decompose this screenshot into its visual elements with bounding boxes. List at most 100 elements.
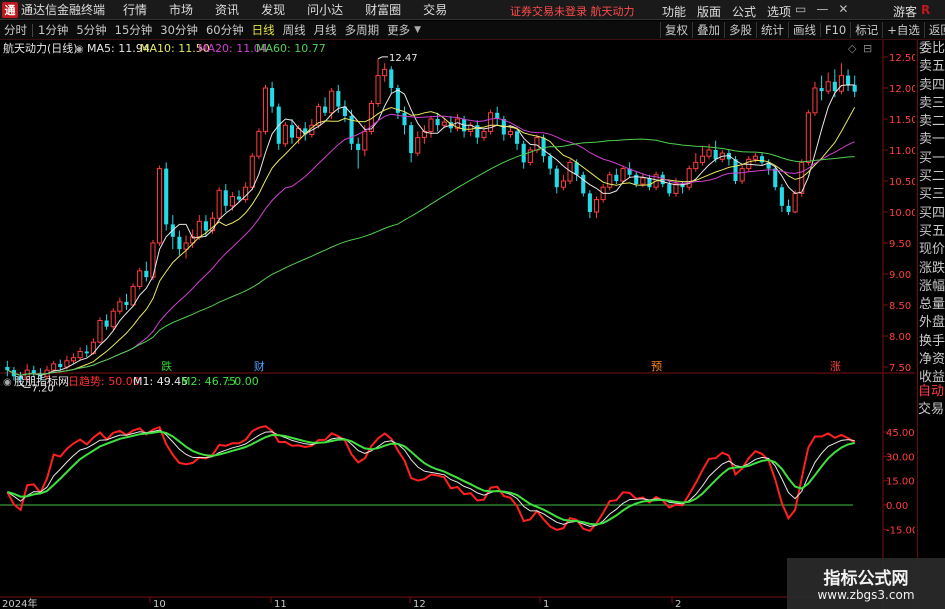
menu-zixun[interactable]: 资讯 [215, 1, 239, 18]
period-1min[interactable]: 1分钟 [34, 22, 72, 38]
m1-line [7, 429, 855, 527]
price-tick-label: 8.50 [889, 301, 911, 312]
panel-buy4[interactable]: 买四 [918, 205, 945, 223]
panel-sell3[interactable]: 卖三 [918, 95, 945, 113]
period-weekly[interactable]: 周线 [279, 22, 310, 38]
panel-turnover[interactable]: 换手 [918, 333, 945, 351]
trading-notice[interactable]: 证券交易未登录 航天动力 [510, 3, 635, 19]
indicator-plot [0, 425, 856, 532]
event-marker[interactable]: 涨 [830, 360, 841, 373]
candle [527, 146, 533, 166]
candle [137, 267, 143, 290]
price-tick-label: 9.50 [889, 239, 911, 250]
price-tick-label: 10.00 [889, 208, 915, 219]
date-tick: 12 [413, 599, 426, 609]
btn-fuquan[interactable]: 复权 [660, 22, 692, 38]
menu-wenxiaoda[interactable]: 问小达 [307, 1, 343, 18]
event-marker[interactable]: 预 [651, 360, 662, 373]
candle [150, 239, 156, 281]
panel-buy3[interactable]: 买三 [918, 186, 945, 204]
panel-weibi[interactable]: 委比 [918, 40, 945, 58]
btn-add-favorite[interactable]: +自选 [882, 22, 924, 38]
menu-shichang[interactable]: 市场 [169, 1, 193, 18]
panel-buy1[interactable]: 买一 [918, 150, 945, 168]
indicator-settings-icon[interactable]: ◉ [3, 377, 12, 388]
app-window: 通 通达信金融终端 行情 市场 资讯 发现 问小达 财富圈 交易 证券交易未登录… [0, 0, 945, 609]
period-toolbar: 分时 1分钟 5分钟 15分钟 30分钟 60分钟 日线 周线 月线 多周期 更… [0, 21, 945, 40]
panel-sell1[interactable]: 卖一 [918, 131, 945, 149]
toolbar-right: 复权 叠加 多股 统计 画线 F10 标记 +自选 返回 [660, 22, 945, 38]
indicator-rizhou: 日趋势: 50.00 [68, 375, 140, 388]
panel-sell2[interactable]: 卖二 [918, 113, 945, 131]
panel-sell4[interactable]: 卖四 [918, 77, 945, 95]
panel-change-pct[interactable]: 涨幅 [918, 278, 945, 296]
auto-toggle[interactable]: 自动 [917, 383, 945, 401]
btn-duogu[interactable]: 多股 [724, 22, 756, 38]
minimize-icon[interactable]: — [816, 2, 828, 16]
period-more[interactable]: 更多 [383, 22, 414, 38]
panel-current-price[interactable]: 现价 [918, 241, 945, 259]
menu-gongshi[interactable]: 公式 [732, 3, 756, 20]
period-fenshi[interactable]: 分时 [0, 22, 31, 38]
btn-f10[interactable]: F10 [820, 23, 850, 37]
panel-net-asset[interactable]: 净资 [918, 351, 945, 369]
app-logo-icon: 通 [2, 1, 18, 18]
stock-label[interactable]: 航天动力(日线) [3, 41, 78, 55]
period-5min[interactable]: 5分钟 [72, 22, 110, 38]
brand-r-icon: R [921, 3, 931, 17]
high-price-label: 12.47 [389, 53, 418, 64]
period-monthly[interactable]: 月线 [310, 22, 341, 38]
event-marker[interactable]: 跌 [161, 359, 172, 373]
panel-sell5[interactable]: 卖五 [918, 58, 945, 76]
watermark: 指标公式网 www.zbgs3.com [787, 558, 945, 609]
restore-icon[interactable]: ▭ [795, 2, 806, 16]
candle [262, 84, 269, 135]
menu-hangqing[interactable]: 行情 [123, 1, 147, 18]
indicator-extra: : 0.00 [227, 375, 259, 388]
menu-caifuquan[interactable]: 财富圈 [365, 1, 401, 18]
indicator-tick-label: 0.00 [886, 501, 908, 512]
panel-buy2[interactable]: 买二 [918, 168, 945, 186]
btn-tongji[interactable]: 统计 [756, 22, 788, 38]
price-tick-label: 10.50 [889, 177, 915, 188]
candle [607, 171, 613, 191]
menu-faxian[interactable]: 发现 [261, 1, 285, 18]
chart-collapse-icon[interactable]: ⊟ [863, 42, 872, 55]
menu-banmian[interactable]: 版面 [697, 3, 721, 20]
candle [282, 122, 288, 147]
close-icon[interactable]: ✕ [838, 2, 848, 16]
btn-diejia[interactable]: 叠加 [692, 22, 724, 38]
btn-back[interactable]: 返回 [923, 22, 945, 38]
menu-jiaoyi[interactable]: 交易 [423, 1, 447, 18]
indicator-name[interactable]: 股朋指标网 [14, 374, 69, 388]
period-60min[interactable]: 60分钟 [202, 22, 248, 38]
panel-volume[interactable]: 总量 [918, 296, 945, 314]
indicator-tick-label: 15.00 [886, 477, 915, 488]
period-15min[interactable]: 15分钟 [111, 22, 157, 38]
menu-xuanxiang[interactable]: 选项 [767, 3, 791, 20]
chart-options-icon[interactable]: ◇ [848, 42, 857, 55]
candle [157, 165, 163, 247]
event-marker[interactable]: 财 [254, 359, 265, 373]
right-menu: 功能 版面 公式 选项 [662, 3, 802, 20]
guest-login[interactable]: 游客 [893, 3, 917, 20]
menu-gongneng[interactable]: 功能 [662, 3, 686, 20]
btn-biaoji[interactable]: 标记 [850, 22, 882, 38]
period-30min[interactable]: 30分钟 [156, 22, 202, 38]
settings-gear-icon[interactable]: ◉ [75, 44, 84, 55]
candle [130, 283, 136, 307]
btn-huaxian[interactable]: 画线 [788, 22, 820, 38]
app-title: 通达信金融终端 [21, 3, 106, 17]
panel-buy5[interactable]: 买五 [918, 223, 945, 241]
candle [488, 109, 494, 135]
chart-area[interactable]: 12.5012.0011.5011.0010.5010.009.509.008.… [0, 40, 915, 609]
panel-outer-volume[interactable]: 外盘 [918, 314, 945, 332]
price-tick-label: 7.50 [889, 363, 911, 374]
period-multi[interactable]: 多周期 [341, 22, 384, 38]
period-daily[interactable]: 日线 [248, 22, 279, 38]
panel-change[interactable]: 涨跌 [918, 260, 945, 278]
date-tick: 2024年 [2, 597, 37, 609]
trade-tab[interactable]: 交易 [917, 401, 945, 419]
more-dropdown-icon[interactable]: ▼ [414, 25, 421, 35]
date-axis: 2024年 10 11 12 1 2 [2, 597, 681, 609]
